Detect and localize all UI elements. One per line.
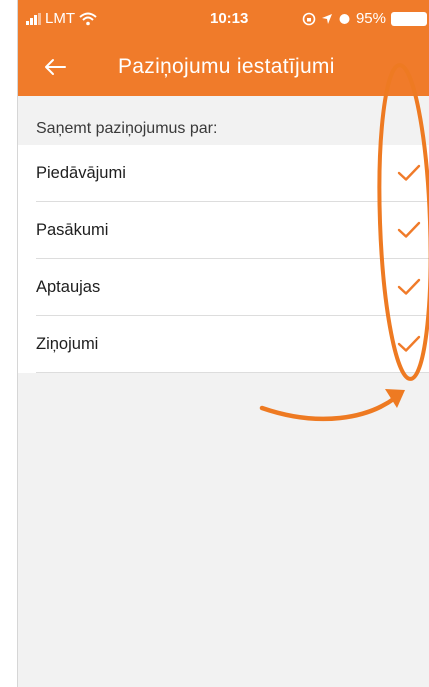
lock-rotation-icon xyxy=(302,12,316,25)
list-item-label: Ziņojumi xyxy=(36,335,99,353)
signal-icon xyxy=(26,12,41,25)
checkmark-icon[interactable] xyxy=(397,163,421,183)
arrow-left-icon xyxy=(45,59,66,75)
list-item-zinojumi[interactable]: Ziņojumi xyxy=(18,316,429,373)
checkmark-icon[interactable] xyxy=(397,220,421,240)
list-item-label: Piedāvājumi xyxy=(36,164,126,182)
screen: LMT 10:13 95% Paziņojumu iestatījumi Saņ… xyxy=(0,0,429,687)
battery-icon xyxy=(391,11,427,26)
status-time: 10:13 xyxy=(210,10,249,27)
status-left: LMT xyxy=(26,10,97,27)
phone-screen: LMT 10:13 95% Paziņojumu iestatījumi Saņ… xyxy=(18,0,429,687)
notification-list: Piedāvājumi Pasākumi Aptaujas Ziņojumi xyxy=(18,145,429,373)
app-header: Paziņojumu iestatījumi xyxy=(18,38,429,96)
list-item-label: Aptaujas xyxy=(36,278,101,296)
list-item-pasakumi[interactable]: Pasākumi xyxy=(18,202,429,259)
location-icon xyxy=(321,13,332,24)
back-button[interactable] xyxy=(40,52,70,82)
wifi-icon xyxy=(79,12,97,25)
list-item-label: Pasākumi xyxy=(36,221,109,239)
alarm-icon xyxy=(339,14,350,24)
page-title: Paziņojumu iestatījumi xyxy=(118,55,335,78)
list-item-aptaujas[interactable]: Aptaujas xyxy=(18,259,429,316)
divider xyxy=(36,372,429,373)
carrier-label: LMT xyxy=(45,10,75,27)
section-label: Saņemt paziņojumus par: xyxy=(36,120,218,137)
checkmark-icon[interactable] xyxy=(397,334,421,354)
checkmark-icon[interactable] xyxy=(397,277,421,297)
status-bar: LMT 10:13 95% xyxy=(18,0,429,38)
list-item-piedavajumi[interactable]: Piedāvājumi xyxy=(18,145,429,202)
status-right: 95% xyxy=(302,10,427,27)
battery-percent: 95% xyxy=(355,10,386,27)
